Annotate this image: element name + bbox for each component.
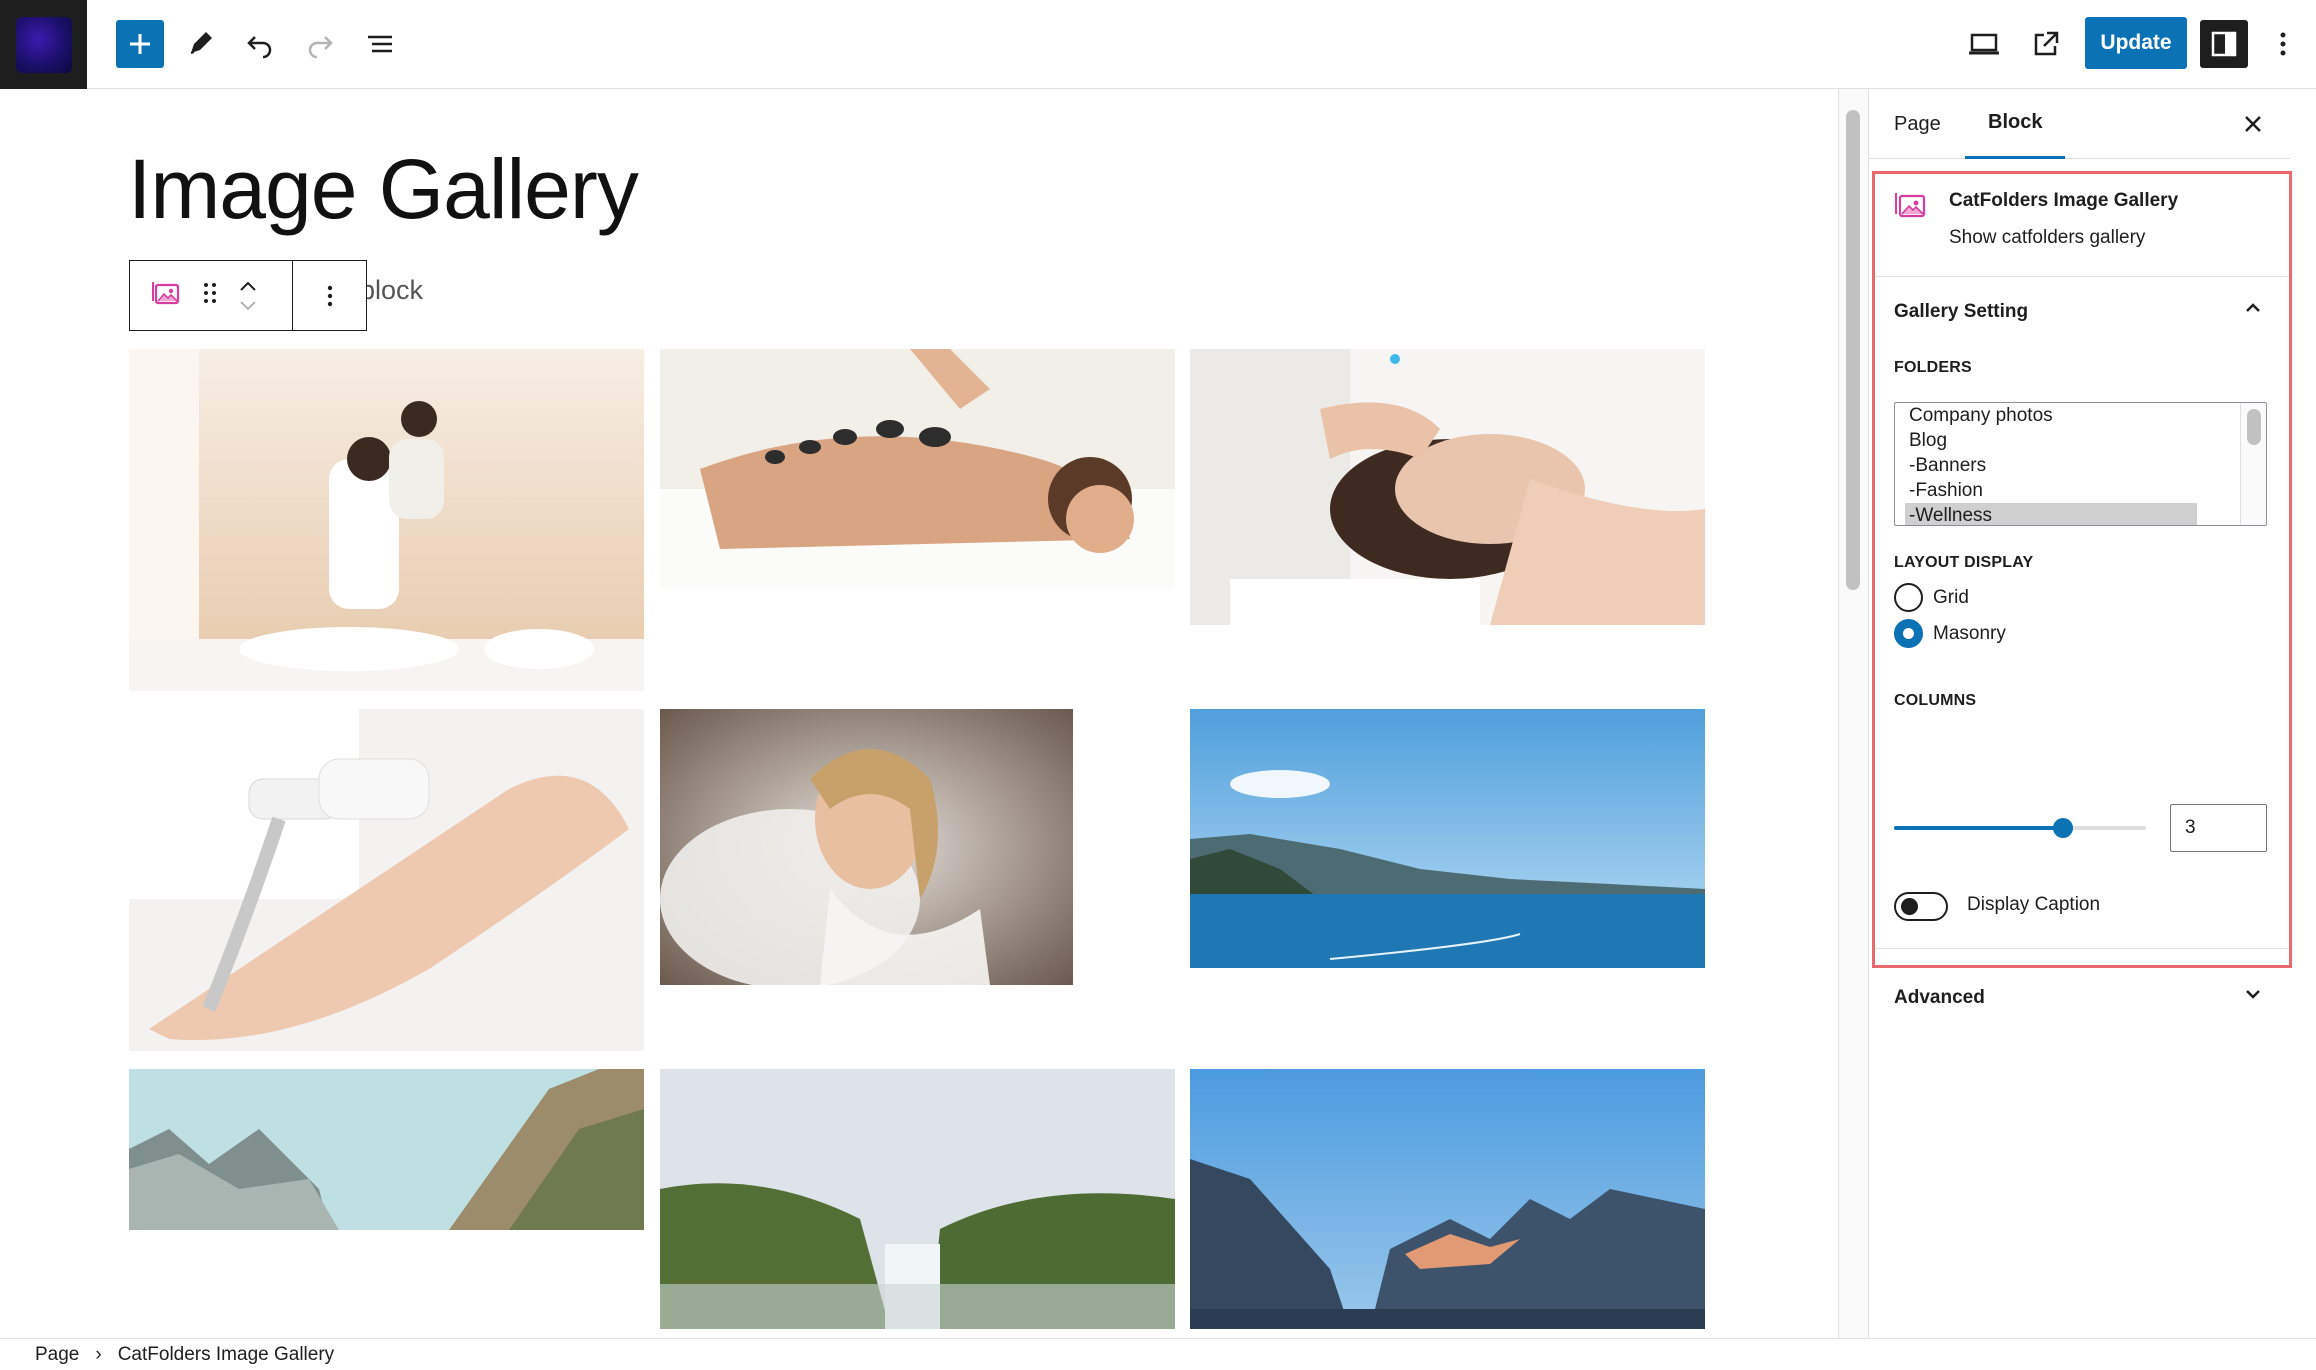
block-settings-panel: CatFolders Image Gallery Show catfolders… <box>1872 171 2292 1008</box>
move-down-icon[interactable] <box>238 300 258 312</box>
folder-option[interactable]: Blog <box>1895 428 2197 453</box>
radio-grid-label: Grid <box>1933 586 1969 608</box>
folders-scrollbar[interactable] <box>2240 403 2266 525</box>
redo-button[interactable] <box>296 20 344 68</box>
catfolders-gallery[interactable] <box>129 349 1706 1338</box>
plus-icon <box>130 34 150 54</box>
editor-canvas: Image Gallery block <box>0 89 1838 1338</box>
gallery-setting-title: Gallery Setting <box>1894 301 2029 322</box>
columns-range-thumb[interactable] <box>2053 818 2073 838</box>
close-sidebar-button[interactable] <box>2236 107 2270 141</box>
drag-handle-icon <box>204 283 216 303</box>
preview-button[interactable] <box>1960 20 2008 68</box>
gallery-image-hot-stone-massage[interactable] <box>660 349 1175 589</box>
radio-masonry[interactable] <box>1894 619 1923 648</box>
panel-divider <box>1875 948 2289 949</box>
view-post-button[interactable] <box>2022 20 2070 68</box>
sidebar-icon <box>2211 31 2237 57</box>
folders-label: FOLDERS <box>1894 359 1972 376</box>
gallery-image-rocky-mountains[interactable] <box>129 1069 644 1230</box>
document-overview-button[interactable] <box>356 20 404 68</box>
layout-option-grid[interactable]: Grid <box>1894 583 1969 612</box>
display-caption-toggle[interactable] <box>1894 892 1948 921</box>
tools-button[interactable] <box>176 20 224 68</box>
block-breadcrumb: Page › CatFolders Image Gallery <box>0 1338 2316 1370</box>
editor-top-toolbar: Update <box>0 0 2316 89</box>
gallery-block-icon <box>1895 193 1926 218</box>
folders-select[interactable]: Company photos Blog -Banners -Fashion -W… <box>1894 402 2267 526</box>
gallery-image-leg-treatment[interactable] <box>129 709 644 1051</box>
gallery-block-icon <box>152 282 180 305</box>
site-logo-button[interactable] <box>0 0 87 89</box>
redo-icon <box>308 36 333 59</box>
columns-range-slider[interactable] <box>1894 818 2146 838</box>
move-up-icon[interactable] <box>238 280 258 292</box>
gallery-image-thai-massage[interactable] <box>129 349 644 691</box>
canvas-scrollbar-thumb[interactable] <box>1846 110 1860 590</box>
site-icon <box>15 16 72 73</box>
move-block-controls <box>238 280 258 312</box>
gallery-image-lake[interactable] <box>1190 709 1705 968</box>
layout-display-label: LAYOUT DISPLAY <box>1894 554 2034 571</box>
page-title[interactable]: Image Gallery <box>128 143 639 236</box>
gallery-image-bride[interactable] <box>660 709 1073 985</box>
gallery-image-waterfall[interactable] <box>660 1069 1175 1329</box>
pencil-icon <box>190 32 212 54</box>
block-options-button[interactable] <box>293 261 366 330</box>
tab-block[interactable]: Block <box>1965 89 2066 159</box>
columns-label: COLUMNS <box>1894 692 1977 709</box>
radio-masonry-label: Masonry <box>1933 622 2006 644</box>
folder-option[interactable]: Company photos <box>1895 403 2197 428</box>
settings-toggle-button[interactable] <box>2200 20 2248 68</box>
gallery-image-facial-massage[interactable] <box>1190 349 1705 625</box>
undo-icon <box>247 36 272 59</box>
block-type-button[interactable] <box>150 277 182 314</box>
toggle-knob <box>1901 898 1918 915</box>
folder-option[interactable]: -Banners <box>1895 453 2197 478</box>
advanced-panel-toggle[interactable]: Advanced <box>1875 963 2289 1033</box>
tab-page[interactable]: Page <box>1894 89 1941 159</box>
folder-option-selected[interactable]: -Wellness <box>1905 503 2197 525</box>
drag-handle[interactable] <box>202 280 218 311</box>
undo-button[interactable] <box>236 20 284 68</box>
breadcrumb-block[interactable]: CatFolders Image Gallery <box>118 1344 334 1366</box>
block-toolbar <box>129 260 367 331</box>
block-card: CatFolders Image Gallery Show catfolders… <box>1875 174 2289 277</box>
block-inserter-button[interactable] <box>116 20 164 68</box>
settings-sidebar: Page Block CatFolders Image Gallery Show… <box>1869 89 2316 1338</box>
block-card-title: CatFolders Image Gallery <box>1949 190 2179 211</box>
close-icon <box>2245 116 2261 132</box>
layout-option-masonry[interactable]: Masonry <box>1894 619 2006 648</box>
block-card-description: Show catfolders gallery <box>1949 227 2146 248</box>
sidebar-tabs: Page Block <box>1869 89 2290 159</box>
chevron-down-icon <box>2246 990 2260 999</box>
gallery-image-mountain-valley[interactable] <box>1190 1069 1705 1329</box>
radio-grid[interactable] <box>1894 583 1923 612</box>
columns-range-fill <box>1894 826 2063 830</box>
chevron-up-icon <box>2246 303 2260 312</box>
more-vertical-icon <box>2280 32 2286 56</box>
desktop-icon <box>1969 33 1999 55</box>
folder-option[interactable]: -Fashion <box>1895 478 2197 503</box>
chevron-right-icon: › <box>95 1343 102 1365</box>
display-caption-label: Display Caption <box>1967 894 2101 915</box>
gallery-setting-panel-toggle[interactable]: Gallery Setting <box>1875 277 2289 347</box>
update-button[interactable]: Update <box>2085 17 2187 69</box>
block-placeholder-text: block <box>360 275 424 305</box>
breadcrumb-page[interactable]: Page <box>35 1344 79 1366</box>
options-menu-button[interactable] <box>2258 20 2308 68</box>
list-view-icon <box>368 35 392 53</box>
columns-number-input[interactable]: 3 <box>2170 804 2267 852</box>
advanced-title: Advanced <box>1894 987 1985 1008</box>
external-link-icon <box>2034 31 2059 56</box>
more-vertical-icon <box>327 285 332 306</box>
